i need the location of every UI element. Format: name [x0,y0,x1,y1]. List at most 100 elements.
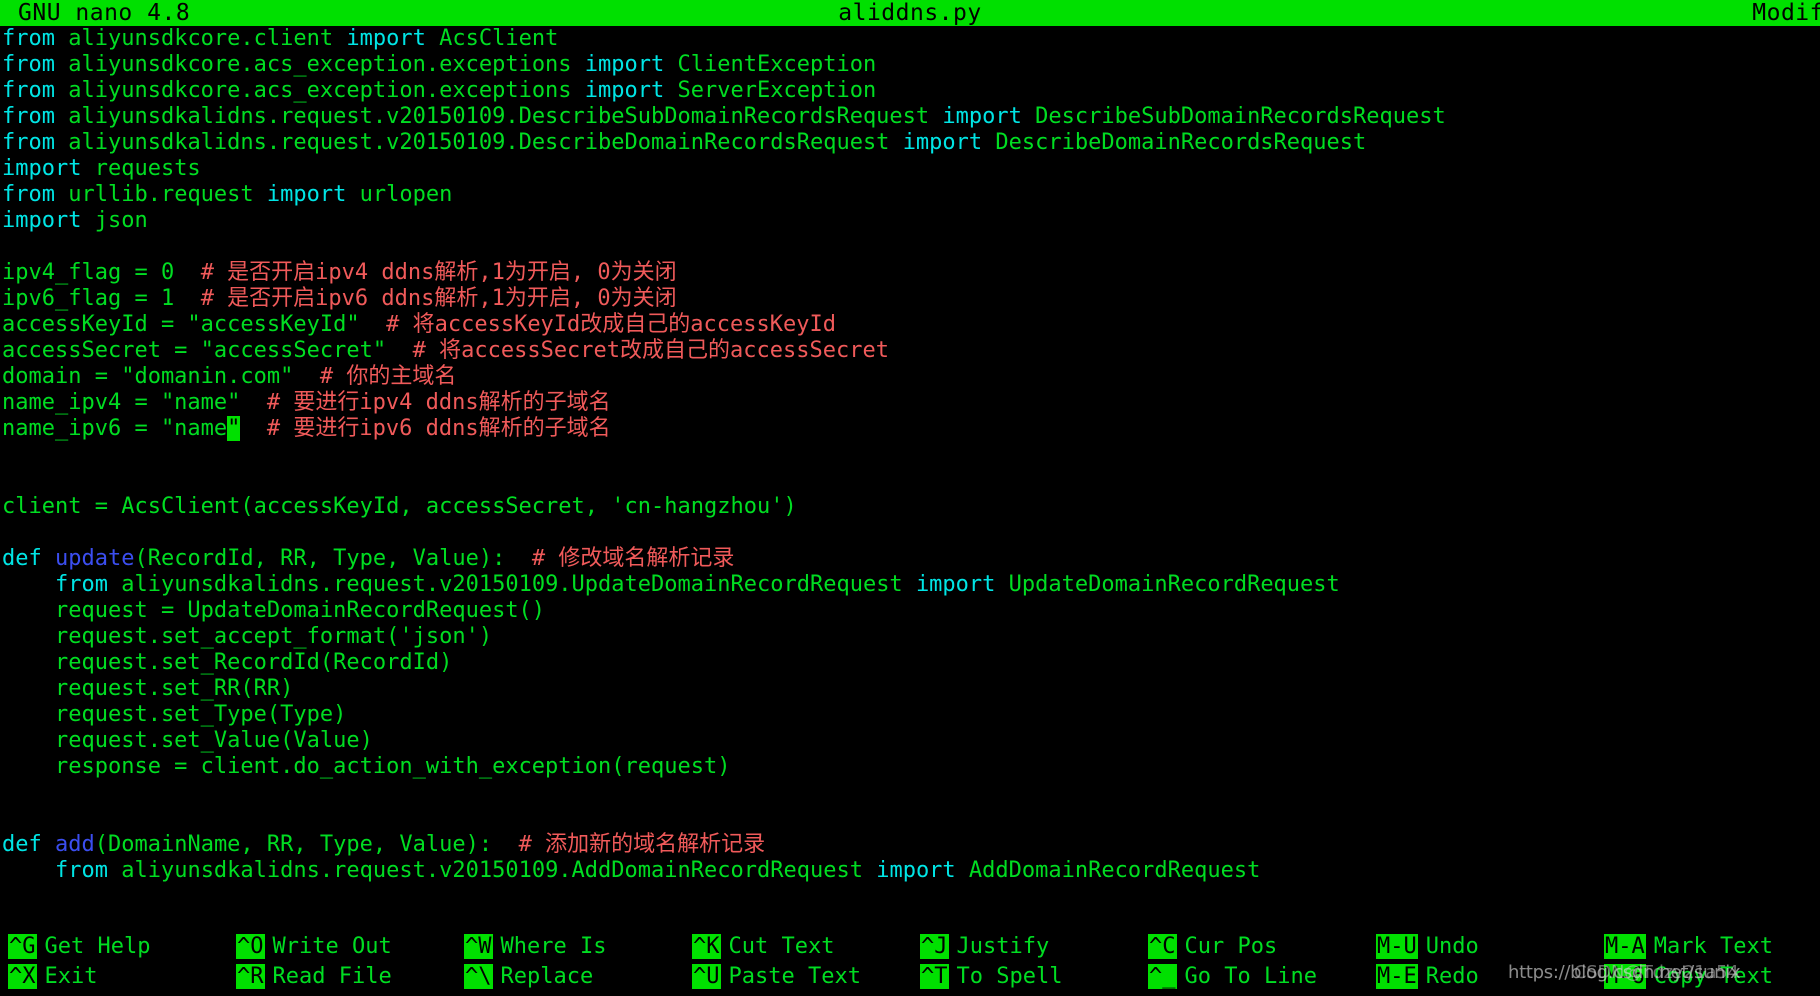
text-cursor: " [227,416,240,441]
shortcut-key: ^X [8,964,37,989]
code-line: from aliyunsdkalidns.request.v20150109.D… [0,104,1820,130]
nano-editor-window: GNU nano 4.8 aliddns.py Modif from aliyu… [0,0,1820,996]
code-token: from [2,104,68,129]
code-token: # 是否开启ipv4 ddns解析,1为开启, 0为关闭 [201,260,677,285]
code-token: aliyunsdkalidns.request.v20150109.AddDom… [121,858,876,883]
code-line: from aliyunsdkalidns.request.v20150109.U… [0,572,1820,598]
shortcut-label: Exit [37,964,98,989]
shortcut-label: Write Out [265,934,392,959]
code-line: from aliyunsdkalidns.request.v20150109.A… [0,858,1820,884]
shortcut-item[interactable]: ^RRead File [236,962,392,992]
code-token: aliyunsdkalidns.request.v20150109.Descri… [68,104,942,129]
code-token: ipv4_flag = 0 [2,260,201,285]
code-token: domain = "domanin.com" [2,364,320,389]
code-token: add [55,832,95,857]
code-token: request.set_RecordId(RecordId) [2,650,452,675]
code-token: from [2,78,68,103]
code-line [0,234,1820,260]
shortcut-item[interactable]: ^_Go To Line [1148,962,1317,992]
shortcut-key: M-6 [1604,964,1646,989]
shortcut-column: M-UUndoM-ERedo [1376,932,1479,992]
code-token: name_ipv6 = "name [2,416,227,441]
shortcut-key: ^U [692,964,721,989]
code-token: accessSecret = "accessSecret" [2,338,413,363]
code-token: # 添加新的域名解析记录 [519,832,766,857]
shortcut-item[interactable]: ^GGet Help [8,932,150,962]
shortcut-key: ^T [920,964,949,989]
shortcut-column: ^JJustify^TTo Spell [920,932,1062,992]
titlebar: GNU nano 4.8 aliddns.py Modif [0,0,1820,26]
shortcut-label: Undo [1418,934,1479,959]
code-line: accessSecret = "accessSecret" # 将accessS… [0,338,1820,364]
shortcut-item[interactable]: ^KCut Text [692,932,861,962]
code-token: json [95,208,148,233]
shortcut-label: Redo [1418,964,1479,989]
shortcut-key: ^W [464,934,493,959]
shortcut-item[interactable]: M-UUndo [1376,932,1479,962]
code-token: update [55,546,134,571]
code-token: aliyunsdkcore.acs_exception.exceptions [68,78,585,103]
code-line [0,806,1820,832]
shortcut-help-bar: ^GGet Help^XExit^OWrite Out^RRead File^W… [0,926,1820,996]
code-line: from aliyunsdkalidns.request.v20150109.D… [0,130,1820,156]
shortcut-item[interactable]: ^CCur Pos [1148,932,1317,962]
code-token: (RecordId, RR, Type, Value): [134,546,531,571]
code-token: AddDomainRecordRequest [969,858,1260,883]
code-token: request = UpdateDomainRecordRequest() [2,598,545,623]
shortcut-item[interactable]: M-6Copy Text [1604,962,1773,992]
shortcut-key: ^O [236,934,265,959]
code-token: # 要进行ipv4 ddns解析的子域名 [267,390,611,415]
code-line: def add(DomainName, RR, Type, Value): # … [0,832,1820,858]
code-token: aliyunsdkcore.client [68,26,346,51]
shortcut-key: ^_ [1148,964,1177,989]
code-token: import [916,572,1009,597]
modified-status-label: Modif [1752,0,1820,26]
shortcut-item[interactable]: M-AMark Text [1604,932,1773,962]
code-token: aliyunsdkcore.acs_exception.exceptions [68,52,585,77]
code-token [240,416,267,441]
code-token: request.set_RR(RR) [2,676,293,701]
shortcut-item[interactable]: ^WWhere Is [464,932,606,962]
code-token: urlopen [360,182,453,207]
code-token: DescribeDomainRecordsRequest [995,130,1366,155]
code-line: from aliyunsdkcore.acs_exception.excepti… [0,78,1820,104]
code-token: import [346,26,439,51]
code-token: aliyunsdkalidns.request.v20150109.Descri… [68,130,902,155]
code-token: from [2,130,68,155]
code-token: import [2,156,95,181]
filename-label: aliddns.py [0,0,1820,26]
shortcut-column: M-AMark TextM-6Copy Text [1604,932,1773,992]
shortcut-label: Mark Text [1646,934,1773,959]
shortcut-label: Cur Pos [1177,934,1278,959]
shortcut-column: ^WWhere Is^\Replace [464,932,606,992]
shortcut-item[interactable]: ^\Replace [464,962,606,992]
shortcut-label: Cut Text [721,934,835,959]
code-token: AcsClient [439,26,558,51]
code-line: response = client.do_action_with_excepti… [0,754,1820,780]
shortcut-label: Replace [493,964,594,989]
code-token: aliyunsdkalidns.request.v20150109.Update… [121,572,916,597]
shortcut-item[interactable]: ^UPaste Text [692,962,861,992]
code-line [0,780,1820,806]
code-token: ipv6_flag = 1 [2,286,201,311]
code-line: client = AcsClient(accessKeyId, accessSe… [0,494,1820,520]
code-line: from aliyunsdkcore.client import AcsClie… [0,26,1820,52]
code-token: accessKeyId = "accessKeyId" [2,312,386,337]
shortcut-item[interactable]: ^XExit [8,962,150,992]
code-token: from [2,52,68,77]
code-line: def update(RecordId, RR, Type, Value): #… [0,546,1820,572]
code-token: import [876,858,969,883]
code-token: name_ipv4 = "name" [2,390,267,415]
code-line [0,468,1820,494]
shortcut-key: M-A [1604,934,1646,959]
shortcut-item[interactable]: M-ERedo [1376,962,1479,992]
shortcut-item[interactable]: ^OWrite Out [236,932,392,962]
shortcut-item[interactable]: ^JJustify [920,932,1062,962]
code-token: UpdateDomainRecordRequest [1009,572,1340,597]
code-line: ipv6_flag = 1 # 是否开启ipv6 ddns解析,1为开启, 0为… [0,286,1820,312]
code-buffer[interactable]: from aliyunsdkcore.client import AcsClie… [0,26,1820,916]
shortcut-item[interactable]: ^TTo Spell [920,962,1062,992]
code-token: # 将accessKeyId改成自己的accessKeyId [386,312,836,337]
code-token: ServerException [678,78,877,103]
code-token: # 你的主域名 [320,364,457,389]
